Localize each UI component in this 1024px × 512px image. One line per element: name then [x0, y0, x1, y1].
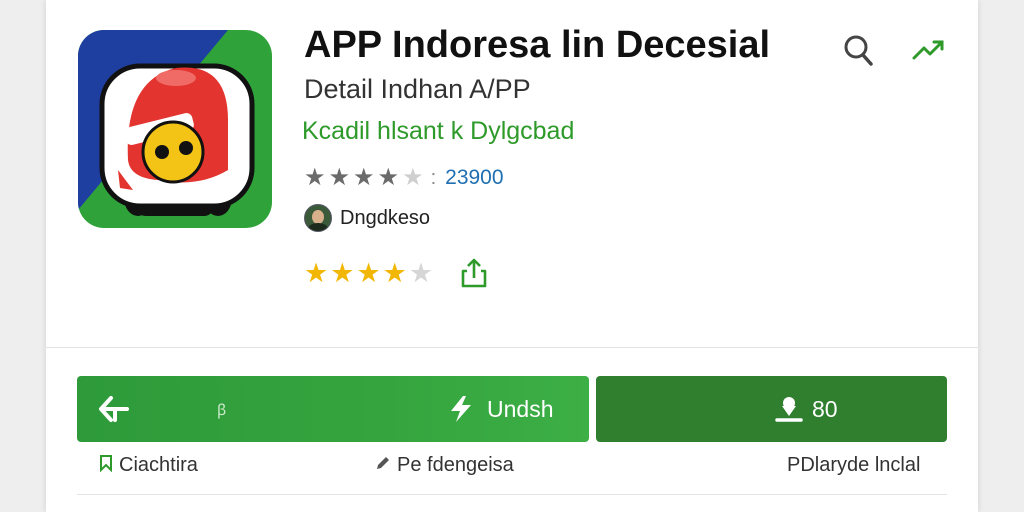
link-right-label: PDlaryde lnclal [787, 454, 921, 476]
download-button[interactable]: 80 [596, 376, 947, 442]
star-icon[interactable]: ★ [330, 260, 354, 287]
rating-summary: ★ ★ ★ ★ ★ : 23900 [304, 165, 504, 191]
app-icon [78, 30, 272, 228]
user-rating[interactable]: ★ ★ ★ ★ ★ [304, 258, 489, 288]
rating-count[interactable]: 23900 [445, 166, 503, 190]
share-icon[interactable] [459, 257, 489, 289]
trend-icon[interactable] [912, 36, 946, 69]
button-mini-label: ꞵ [217, 402, 227, 419]
app-detail-card: APP Indoresa lin Decesial Detail Indhan … [46, 0, 978, 512]
link-right[interactable]: PDlaryde lnclal [787, 454, 920, 477]
bookmark-icon [99, 454, 113, 477]
link-left[interactable]: Ciachtira [99, 454, 198, 477]
divider [77, 494, 947, 495]
back-arrow-icon[interactable] [97, 394, 131, 429]
avatar [304, 204, 332, 232]
lightning-icon [447, 394, 475, 429]
rating-separator: : [430, 166, 437, 189]
star-icon[interactable]: ★ [356, 260, 380, 287]
primary-action-label: Undsh [487, 396, 554, 422]
developer-name[interactable]: Dngdkeso [340, 207, 430, 230]
download-icon [774, 394, 804, 429]
link-middle-label: Pe fdengeisa [397, 454, 514, 476]
star-icon: ★ [377, 164, 400, 191]
link-left-label: Ciachtira [119, 454, 198, 476]
developer-row[interactable]: Dngdkeso [304, 204, 430, 232]
app-tagline[interactable]: Kcadil hlsant k Dylgcbad [302, 117, 574, 146]
star-empty-icon[interactable]: ★ [409, 260, 433, 287]
link-middle[interactable]: Pe fdengeisa [375, 454, 514, 477]
star-icon[interactable]: ★ [304, 260, 328, 287]
divider [46, 347, 978, 348]
app-title: APP Indoresa lin Decesial [304, 24, 771, 66]
star-icon: ★ [304, 164, 326, 191]
download-label: 80 [812, 396, 838, 422]
bottom-links: Ciachtira Pe fdengeisa PDlaryde lnclal [77, 454, 947, 484]
primary-action-button[interactable]: ꞵ Undsh [77, 376, 589, 442]
star-icon[interactable]: ★ [383, 260, 407, 287]
star-empty-icon: ★ [402, 164, 424, 191]
star-icon: ★ [353, 164, 375, 191]
star-icon: ★ [328, 164, 351, 191]
app-subtitle: Detail Indhan A/PP [304, 74, 531, 104]
search-icon[interactable] [842, 32, 876, 73]
pencil-icon [375, 455, 391, 476]
